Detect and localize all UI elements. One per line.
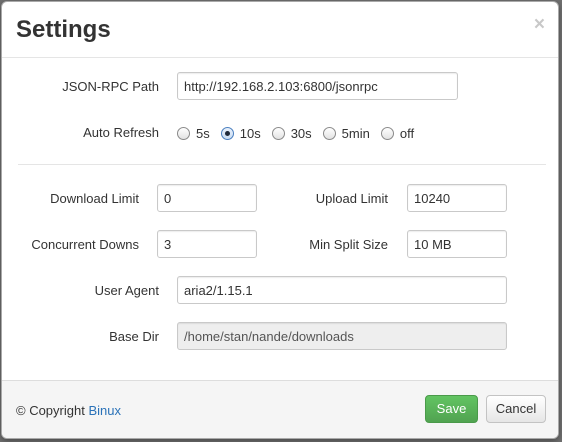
- radio-label: off: [399, 125, 415, 141]
- radio-button[interactable]: [380, 126, 394, 140]
- concurrent-downs-label: Concurrent Downs: [31, 237, 139, 252]
- radio-button[interactable]: [271, 126, 285, 140]
- auto-refresh-option-10s[interactable]: 10s: [220, 125, 261, 141]
- close-icon[interactable]: ×: [534, 15, 545, 35]
- auto-refresh-option-30s[interactable]: 30s: [271, 125, 312, 141]
- concurrent-downs-input[interactable]: [157, 230, 257, 258]
- auto-refresh-option-off[interactable]: off: [380, 125, 415, 141]
- base-dir-label: Base Dir: [109, 329, 159, 344]
- section-divider: [18, 164, 546, 165]
- download-limit-input[interactable]: [157, 184, 257, 212]
- auto-refresh-label: Auto Refresh: [83, 125, 159, 140]
- min-split-size-label: Min Split Size: [309, 237, 388, 252]
- copyright-prefix: © Copyright: [16, 403, 89, 418]
- download-limit-label: Download Limit: [50, 191, 139, 206]
- radio-button-selected[interactable]: [220, 126, 234, 140]
- radio-label: 30s: [290, 125, 312, 141]
- auto-refresh-radio-group: 5s 10s 30s 5min off: [177, 124, 425, 142]
- cancel-button[interactable]: Cancel: [486, 395, 546, 423]
- upload-limit-input[interactable]: [407, 184, 507, 212]
- dialog-header: Settings ×: [2, 2, 558, 58]
- radio-label: 5min: [341, 125, 370, 141]
- upload-limit-label: Upload Limit: [315, 191, 388, 206]
- user-agent-input[interactable]: [177, 276, 507, 304]
- dialog-title: Settings: [16, 16, 111, 43]
- settings-dialog: Settings × JSON-RPC Path Auto Refresh 5s…: [1, 1, 559, 439]
- auto-refresh-option-5s[interactable]: 5s: [177, 126, 210, 141]
- radio-button[interactable]: [322, 126, 336, 140]
- auto-refresh-option-5min[interactable]: 5min: [322, 125, 370, 141]
- dialog-footer: © Copyright Binux Save Cancel: [2, 380, 558, 438]
- copyright-text: © Copyright Binux: [16, 403, 121, 418]
- radio-label: 5s: [196, 125, 210, 141]
- author-link[interactable]: Binux: [88, 403, 121, 418]
- rpc-path-input[interactable]: [177, 72, 458, 100]
- min-split-size-input[interactable]: [407, 230, 507, 258]
- base-dir-input: [177, 322, 507, 350]
- rpc-path-label: JSON-RPC Path: [62, 79, 159, 94]
- radio-button[interactable]: [177, 126, 190, 140]
- user-agent-label: User Agent: [94, 283, 159, 298]
- radio-label: 10s: [239, 125, 261, 141]
- save-button[interactable]: Save: [425, 395, 478, 423]
